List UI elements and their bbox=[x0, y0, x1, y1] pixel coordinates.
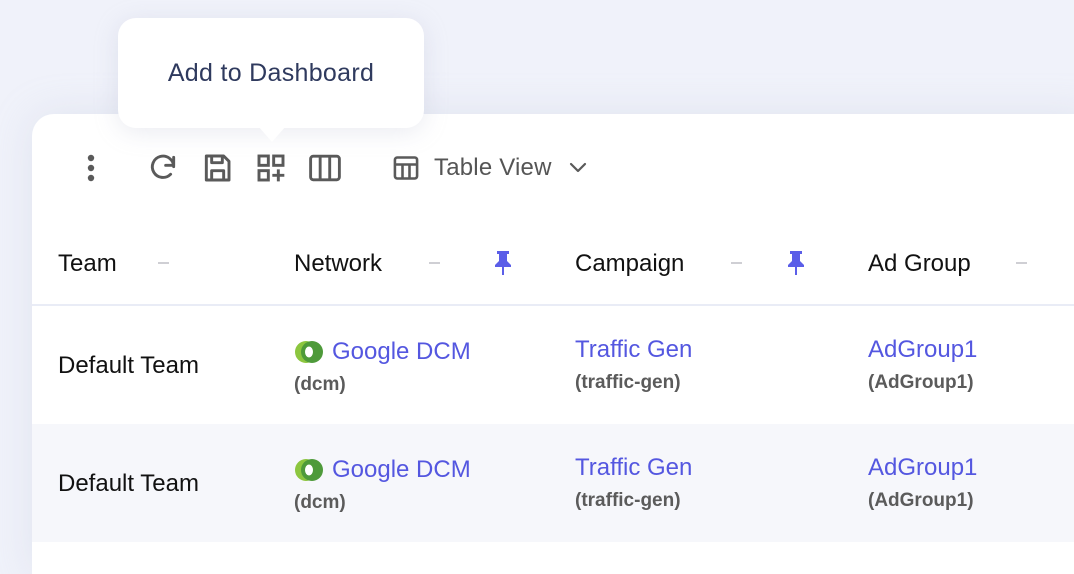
network-code: (dcm) bbox=[294, 492, 346, 513]
team-cell: Default Team bbox=[58, 470, 199, 497]
network-link[interactable]: Google DCM bbox=[332, 456, 471, 484]
sort-toggle-campaign[interactable] bbox=[731, 262, 742, 264]
column-header-campaign[interactable]: Campaign bbox=[575, 224, 684, 304]
add-to-dashboard-tooltip: Add to Dashboard bbox=[118, 18, 424, 142]
toolbar: Table View bbox=[32, 114, 1074, 224]
save-button[interactable] bbox=[200, 151, 234, 185]
tooltip-arrow bbox=[258, 126, 286, 142]
network-code: (dcm) bbox=[294, 374, 346, 395]
table-row: Default Team Google DCM (dcm) Traffic Ge… bbox=[32, 424, 1074, 542]
refresh-button[interactable] bbox=[146, 151, 180, 185]
pin-icon[interactable] bbox=[787, 250, 805, 276]
save-icon bbox=[204, 154, 231, 182]
column-header-network[interactable]: Network bbox=[294, 224, 382, 304]
campaign-code: (traffic-gen) bbox=[575, 372, 681, 393]
view-select-label: Table View bbox=[434, 154, 552, 181]
tooltip-text: Add to Dashboard bbox=[167, 58, 375, 87]
ad-group-code: (AdGroup1) bbox=[868, 372, 974, 393]
google-dcm-logo-icon bbox=[295, 341, 323, 363]
network-link[interactable]: Google DCM bbox=[332, 338, 471, 366]
campaign-link[interactable]: Traffic Gen bbox=[575, 336, 692, 364]
table-icon bbox=[393, 156, 419, 180]
table-row: Default Team Google DCM (dcm) Traffic Ge… bbox=[32, 306, 1074, 424]
ad-group-code: (AdGroup1) bbox=[868, 490, 974, 511]
column-label: Network bbox=[294, 250, 383, 277]
team-cell: Default Team bbox=[58, 352, 199, 379]
table-header: Team Network Campaign Ad Group bbox=[32, 224, 1074, 306]
sort-toggle-network[interactable] bbox=[429, 262, 440, 264]
ad-group-link[interactable]: AdGroup1 bbox=[868, 454, 977, 482]
sort-toggle-team[interactable] bbox=[158, 262, 169, 264]
column-header-team[interactable]: Team bbox=[58, 224, 117, 304]
column-label: Campaign bbox=[575, 250, 685, 277]
more-options-button[interactable] bbox=[74, 151, 108, 185]
google-dcm-logo-icon bbox=[295, 459, 323, 481]
sort-toggle-ad-group[interactable] bbox=[1016, 262, 1027, 264]
campaign-code: (traffic-gen) bbox=[575, 490, 681, 511]
view-select-dropdown[interactable]: Table View bbox=[392, 150, 588, 186]
ad-group-link[interactable]: AdGroup1 bbox=[868, 336, 977, 364]
columns-button[interactable] bbox=[308, 151, 342, 185]
columns-icon bbox=[309, 154, 341, 182]
pin-icon[interactable] bbox=[494, 250, 512, 276]
more-vertical-icon bbox=[87, 154, 95, 182]
column-label: Ad Group bbox=[868, 250, 971, 277]
add-to-dashboard-icon bbox=[257, 154, 285, 182]
column-label: Team bbox=[58, 250, 117, 277]
refresh-icon bbox=[150, 154, 176, 179]
chevron-down-icon bbox=[569, 162, 586, 173]
table-panel: Table View Team Network Campaign Ad Grou… bbox=[32, 114, 1074, 574]
column-header-ad-group[interactable]: Ad Group bbox=[868, 224, 971, 304]
add-to-dashboard-button[interactable] bbox=[254, 151, 288, 185]
campaign-link[interactable]: Traffic Gen bbox=[575, 454, 692, 482]
